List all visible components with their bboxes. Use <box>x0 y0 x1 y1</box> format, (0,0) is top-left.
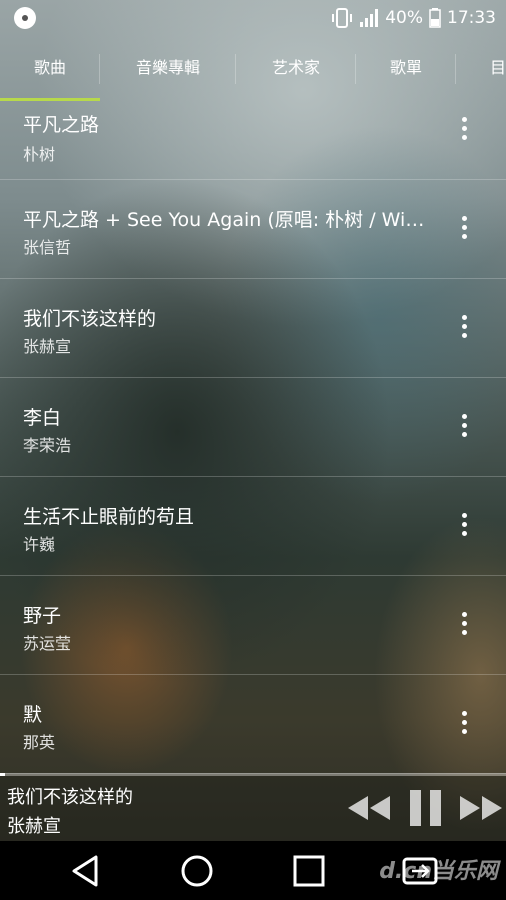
home-icon[interactable] <box>177 851 217 891</box>
list-item[interactable]: 平凡之路 朴树 <box>0 101 506 180</box>
tab-bar: 歌曲 音樂專輯 艺术家 歌單 目 <box>0 36 506 100</box>
battery-icon <box>429 8 441 28</box>
tab-albums[interactable]: 音樂專輯 <box>100 36 236 100</box>
system-nav-bar: d.cn当乐网 <box>0 841 506 900</box>
clock: 17:33 <box>447 8 496 28</box>
song-artist: 张赫宣 <box>23 337 72 356</box>
song-artist: 许巍 <box>23 535 56 554</box>
tab-songs[interactable]: 歌曲 <box>0 36 100 100</box>
song-artist: 朴树 <box>23 145 56 164</box>
more-options-icon[interactable] <box>452 606 476 640</box>
tab-folders[interactable]: 目 <box>456 36 506 100</box>
song-title: 李白 <box>23 407 62 429</box>
song-title: 平凡之路 <box>23 114 100 136</box>
song-title: 生活不止眼前的苟且 <box>23 506 195 528</box>
watermark: d.cn当乐网 <box>379 859 498 884</box>
song-artist: 苏运莹 <box>23 634 72 653</box>
more-options-icon[interactable] <box>452 210 476 244</box>
status-bar: 40% 17:33 <box>0 0 506 36</box>
song-artist: 李荣浩 <box>23 436 72 455</box>
song-title: 我们不该这样的 <box>23 308 157 330</box>
more-options-icon[interactable] <box>452 705 476 739</box>
pause-icon[interactable] <box>406 788 446 828</box>
status-icons: 40% 17:33 <box>331 6 496 30</box>
list-item[interactable]: 生活不止眼前的苟且 许巍 <box>0 476 506 576</box>
signal-icon <box>360 9 379 27</box>
song-artist: 张信哲 <box>23 238 72 257</box>
more-options-icon[interactable] <box>452 111 476 145</box>
tab-artists[interactable]: 艺术家 <box>236 36 356 100</box>
battery-percent: 40% <box>385 8 423 28</box>
vibrate-icon <box>332 8 353 28</box>
list-item[interactable]: 平凡之路 + See You Again (原唱: 朴树 / Wiz Khali… <box>0 179 506 279</box>
song-title: 平凡之路 + See You Again (原唱: 朴树 / Wiz Khali… <box>23 209 425 231</box>
song-title: 默 <box>23 704 43 726</box>
more-options-icon[interactable] <box>452 408 476 442</box>
now-playing-title: 我们不该这样的 <box>7 787 133 808</box>
list-item[interactable]: 默 那英 <box>0 674 506 774</box>
music-app-notification-icon <box>14 7 36 29</box>
back-icon[interactable] <box>66 851 106 891</box>
tab-playlists[interactable]: 歌單 <box>356 36 456 100</box>
fast-forward-icon[interactable] <box>458 788 504 828</box>
song-artist: 那英 <box>23 733 56 752</box>
now-playing-artist: 张赫宣 <box>7 816 61 837</box>
recents-icon[interactable] <box>289 851 329 891</box>
song-title: 野子 <box>23 605 62 627</box>
now-playing-bar[interactable]: 我们不该这样的 张赫宣 <box>0 776 506 841</box>
song-list[interactable]: 平凡之路 朴树 平凡之路 + See You Again (原唱: 朴树 / W… <box>0 101 506 774</box>
list-item[interactable]: 我们不该这样的 张赫宣 <box>0 278 506 378</box>
rewind-icon[interactable] <box>346 788 392 828</box>
more-options-icon[interactable] <box>452 507 476 541</box>
list-item[interactable]: 李白 李荣浩 <box>0 377 506 477</box>
list-item[interactable]: 野子 苏运莹 <box>0 575 506 675</box>
more-options-icon[interactable] <box>452 309 476 343</box>
